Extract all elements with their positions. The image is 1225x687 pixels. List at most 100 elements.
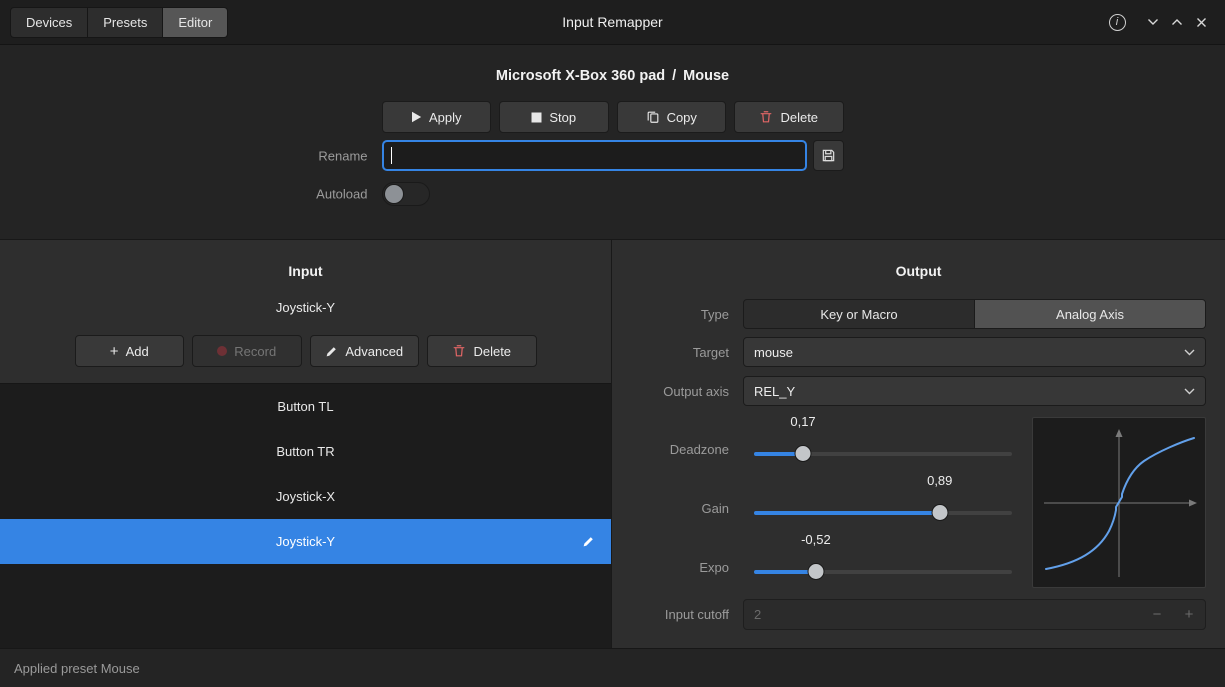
apply-button-label: Apply [428, 109, 462, 125]
editor-panels: Input Joystick-Y + Add Record Advanced D… [0, 240, 1225, 648]
slider-track[interactable] [754, 452, 1012, 456]
type-row: Type Key or Macro Analog Axis [612, 299, 1225, 329]
deadzone-slider-row: Deadzone 0,17 [612, 409, 1032, 468]
output-axis-dropdown-value: REL_Y [754, 383, 796, 399]
delete-preset-button[interactable]: Delete [734, 101, 844, 133]
list-item-joystick-y[interactable]: Joystick-Y [0, 519, 611, 564]
titlebar: Devices Presets Editor Input Remapper i [0, 0, 1225, 45]
preset-header-section: Microsoft X-Box 360 pad / Mouse Apply Stop… [0, 45, 1225, 240]
target-dropdown-value: mouse [754, 344, 794, 360]
record-button-label: Record [234, 343, 277, 359]
tab-presets[interactable]: Presets [88, 6, 164, 38]
slider-handle[interactable] [931, 504, 949, 521]
gain-label: Gain [701, 501, 729, 516]
record-dot-icon [217, 346, 228, 356]
list-item-label: Button TR [276, 444, 335, 459]
apply-button[interactable]: Apply [381, 101, 491, 133]
slider-handle[interactable] [794, 445, 812, 462]
type-option-analog-axis[interactable]: Analog Axis [974, 300, 1205, 328]
breadcrumb-separator: / [672, 68, 677, 84]
pencil-icon [325, 345, 338, 358]
output-panel: Output Type Key or Macro Analog Axis Tar… [612, 240, 1225, 648]
rename-row: Rename [318, 140, 844, 171]
trash-icon [452, 344, 466, 358]
text-caret [390, 147, 392, 164]
close-button[interactable] [1189, 10, 1213, 34]
delete-preset-button-label: Delete [780, 109, 819, 125]
input-cutoff-spinbox[interactable]: 2 − + [743, 599, 1206, 630]
add-button[interactable]: + Add [74, 335, 184, 367]
list-item-button-tr[interactable]: Button TR [0, 429, 611, 474]
maximize-button[interactable] [1165, 10, 1189, 34]
output-axis-row: Output axis REL_Y [612, 376, 1225, 406]
deadzone-slider[interactable]: 0,17 [754, 409, 1012, 468]
target-dropdown[interactable]: mouse [743, 337, 1206, 367]
stop-button[interactable]: Stop [499, 101, 609, 133]
stop-icon [531, 112, 542, 123]
rename-input[interactable] [381, 140, 807, 171]
view-tab-group: Devices Presets Editor [10, 6, 229, 38]
slider-track[interactable] [754, 570, 1012, 574]
delete-input-button-label: Delete [473, 343, 512, 359]
autoload-toggle-knob [383, 184, 404, 204]
deadzone-label: Deadzone [669, 442, 729, 457]
input-cutoff-label: Input cutoff [664, 607, 729, 622]
expo-slider-row: Expo -0,52 [612, 527, 1032, 586]
list-item-label: Button TL [277, 399, 334, 414]
axis-tuning-section: Deadzone 0,17 Gain 0,89 Expo -0,52 [612, 409, 1225, 588]
slider-track[interactable] [754, 511, 1012, 515]
target-row: Target mouse [612, 337, 1225, 367]
chevron-down-icon [1147, 18, 1159, 26]
floppy-icon [821, 148, 836, 163]
tab-devices[interactable]: Devices [10, 6, 89, 38]
slider-handle[interactable] [807, 563, 825, 580]
info-icon: i [1108, 13, 1126, 31]
type-label: Type [700, 306, 729, 322]
save-rename-button[interactable] [812, 140, 844, 171]
tab-editor[interactable]: Editor [163, 6, 229, 38]
window-controls: i [1105, 10, 1213, 34]
rename-label: Rename [318, 148, 368, 163]
minimize-button[interactable] [1141, 10, 1165, 34]
input-cutoff-row: Input cutoff 2 − + [612, 599, 1225, 630]
record-button[interactable]: Record [192, 335, 302, 367]
current-input-name: Joystick-Y [275, 300, 336, 315]
target-label: Target [692, 344, 729, 360]
list-item-joystick-x[interactable]: Joystick-X [0, 474, 611, 519]
expo-value: -0,52 [801, 532, 831, 547]
info-button[interactable]: i [1105, 10, 1129, 34]
output-axis-dropdown[interactable]: REL_Y [743, 376, 1206, 406]
stop-button-label: Stop [549, 109, 577, 125]
delete-input-button[interactable]: Delete [427, 335, 537, 367]
expo-slider[interactable]: -0,52 [754, 527, 1012, 586]
preset-name: Mouse [683, 68, 730, 84]
output-axis-label: Output axis [663, 383, 729, 399]
sliders-column: Deadzone 0,17 Gain 0,89 Expo -0,52 [612, 409, 1032, 588]
copy-button-label: Copy [666, 109, 697, 125]
spin-increment-button[interactable]: + [1173, 606, 1205, 623]
spin-decrement-button[interactable]: − [1141, 606, 1173, 623]
rename-entry-wrap [381, 140, 807, 171]
autoload-label: Autoload [316, 186, 368, 202]
breadcrumb: Microsoft X-Box 360 pad / Mouse [0, 45, 1225, 84]
trash-icon [759, 110, 773, 124]
slider-fill [754, 511, 940, 515]
advanced-button[interactable]: Advanced [309, 335, 419, 367]
chevron-down-icon [1184, 388, 1195, 395]
chevron-up-icon [1171, 18, 1183, 26]
pencil-icon[interactable] [582, 535, 595, 548]
autoload-row: Autoload [316, 181, 844, 207]
list-item-button-tl[interactable]: Button TL [0, 384, 611, 429]
device-name: Microsoft X-Box 360 pad [495, 68, 666, 84]
list-item-label: Joystick-Y [275, 534, 336, 549]
type-option-key-or-macro[interactable]: Key or Macro [744, 300, 974, 328]
preset-action-row: Apply Stop Copy Delete [381, 101, 844, 133]
output-panel-title: Output [895, 263, 942, 279]
autoload-toggle[interactable] [381, 182, 430, 206]
input-list: Button TL Button TR Joystick-X Joystick-… [0, 383, 611, 648]
status-message: Applied preset Mouse [14, 660, 140, 676]
input-panel-title: Input [288, 263, 323, 279]
close-icon [1196, 17, 1207, 28]
copy-button[interactable]: Copy [616, 101, 726, 133]
gain-slider[interactable]: 0,89 [754, 468, 1012, 527]
